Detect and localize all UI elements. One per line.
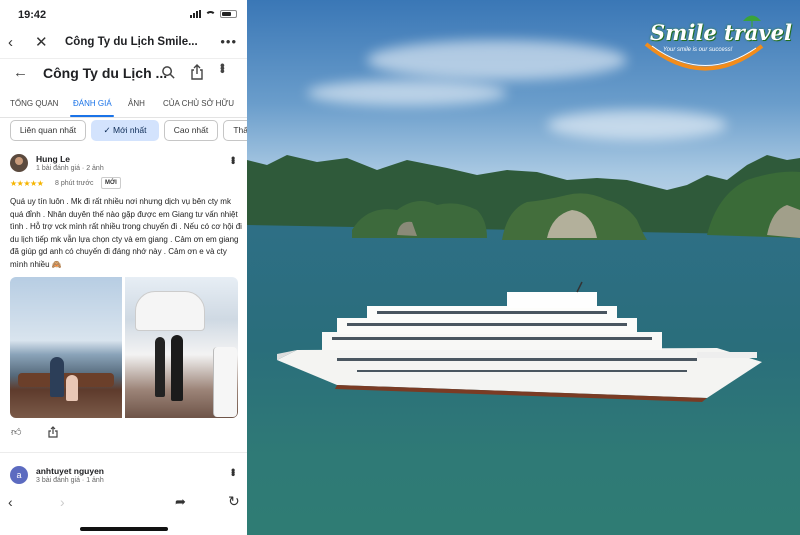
browser-app-bar: ‹ ✕ Công Ty du Lịch Smile... ••• (0, 28, 247, 58)
signal-icon (190, 10, 201, 18)
cruise-ship (277, 281, 762, 402)
chip-highest[interactable]: Cao nhất (164, 120, 218, 141)
close-icon[interactable]: ✕ (35, 33, 48, 51)
logo-tagline: Your smile is our success! (663, 47, 733, 53)
tab-bar: TỔNG QUAN ĐÁNH GIÁ ẢNH CỦA CHỦ SỞ HỮU (0, 90, 247, 118)
search-icon[interactable] (161, 65, 176, 80)
review-author[interactable]: anhtuyet nguyen (36, 466, 104, 476)
tab-overview[interactable]: TỔNG QUAN (10, 99, 58, 108)
review-author-meta: 3 bài đánh giá · 1 ảnh (36, 477, 104, 484)
share-icon[interactable] (48, 426, 58, 438)
chevron-left-icon[interactable]: ‹ (8, 494, 13, 510)
karst-islands (247, 155, 800, 240)
chip-newest[interactable]: ✓ Mới nhất (91, 120, 159, 141)
chevron-right-icon[interactable]: › (60, 494, 65, 510)
review-author[interactable]: Hung Le (36, 154, 70, 164)
active-tab-indicator (70, 115, 114, 117)
wifi-icon (205, 11, 216, 19)
filter-chips: Liên quan nhất ✓ Mới nhất Cao nhất Thấp (0, 120, 247, 142)
divider (0, 452, 247, 453)
place-title: Công Ty du Lịch ... (43, 65, 168, 81)
tab-owner[interactable]: CỦA CHỦ SỞ HỮU (163, 99, 234, 108)
chip-lowest[interactable]: Thấp (223, 120, 247, 141)
tab-reviews[interactable]: ĐÁNH GIÁ (73, 99, 112, 108)
review-time: 8 phút trước (55, 180, 94, 187)
new-badge: MỚI (101, 177, 121, 189)
avatar[interactable]: a (10, 466, 28, 484)
share-icon[interactable] (190, 64, 204, 80)
logo-brand-name: Smile travel (650, 20, 792, 45)
browser-bottom-bar: ‹ › ➦ ↻ (0, 488, 247, 535)
reload-icon[interactable]: ↻ (228, 493, 240, 510)
home-indicator[interactable] (80, 527, 168, 531)
phone-screen: 19:42 ‹ ✕ Công Ty du Lịch Smile... ••• ←… (0, 0, 247, 535)
review-author-meta: 1 bài đánh giá · 2 ảnh (36, 165, 104, 172)
review-photo-1[interactable] (10, 277, 122, 418)
smile-arc (644, 42, 764, 71)
chip-most-relevant[interactable]: Liên quan nhất (10, 120, 86, 141)
review-photos (10, 277, 238, 418)
cruise-photo: Smile travel Your smile is our success! (247, 0, 800, 535)
more-horizontal-icon[interactable]: ••• (220, 34, 237, 49)
more-vertical-icon[interactable]: ••• (226, 468, 240, 475)
like-icon[interactable]: 👍︎ (11, 426, 21, 438)
more-vertical-icon[interactable]: ••• (226, 156, 240, 163)
status-time: 19:42 (18, 9, 47, 21)
brand-logo: Smile travel Your smile is our success! (642, 15, 792, 78)
place-header: ← Công Ty du Lịch ... ••• (0, 58, 247, 88)
star-rating: ★★★★★ (10, 179, 44, 188)
avatar[interactable] (10, 154, 28, 172)
back-arrow-icon[interactable]: ← (13, 64, 28, 81)
screenshot: 19:42 ‹ ✕ Công Ty du Lịch Smile... ••• ←… (0, 0, 800, 535)
review-photo-2[interactable] (125, 277, 238, 418)
more-vertical-icon[interactable]: ••• (215, 63, 231, 72)
status-icons (190, 10, 237, 18)
battery-icon (220, 10, 237, 18)
tab-photos[interactable]: ẢNH (128, 99, 145, 108)
browser-title: Công Ty du Lịch Smile... (65, 36, 198, 48)
forward-share-icon[interactable]: ➦ (175, 494, 186, 510)
review-text: Quá uy tín luôn . Mk đi rất nhiều nơi nh… (10, 197, 242, 269)
chevron-left-icon[interactable]: ‹ (8, 34, 13, 51)
status-bar: 19:42 (0, 0, 247, 28)
review-actions: 👍︎ (0, 426, 247, 444)
